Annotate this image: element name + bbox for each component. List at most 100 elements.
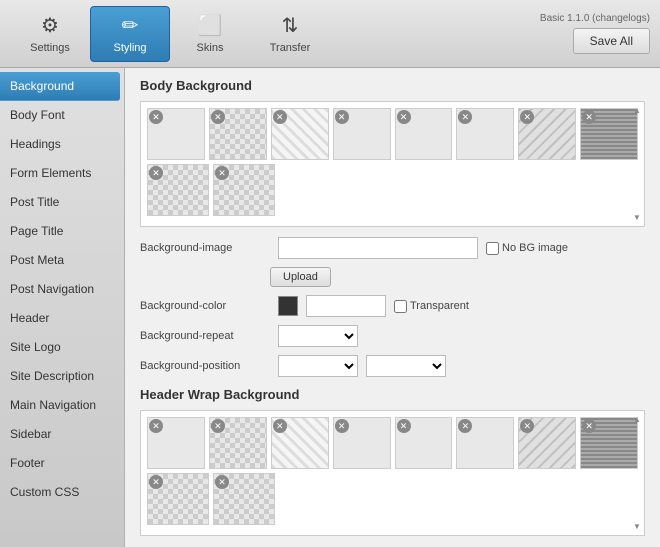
remove-pattern-button[interactable]: ✕ — [149, 475, 163, 489]
pattern-item[interactable]: ✕ — [147, 164, 209, 216]
pattern-item[interactable]: ✕ — [213, 164, 275, 216]
remove-pattern-button[interactable]: ✕ — [397, 419, 411, 433]
remove-pattern-button[interactable]: ✕ — [211, 419, 225, 433]
sidebar-item-form-elements[interactable]: Form Elements — [0, 159, 124, 188]
remove-pattern-button[interactable]: ✕ — [458, 110, 472, 124]
header-pattern-item[interactable]: ✕ — [333, 417, 391, 469]
sidebar-item-header[interactable]: Header — [0, 304, 124, 333]
pattern-row-1: ✕ ✕ ✕ ✕ ✕ ✕ — [147, 108, 638, 160]
sidebar-item-background[interactable]: Background — [0, 72, 120, 101]
sidebar-item-main-navigation[interactable]: Main Navigation — [0, 391, 124, 420]
sidebar-item-footer[interactable]: Footer — [0, 449, 124, 478]
no-bg-image-checkbox[interactable] — [486, 242, 499, 255]
tab-transfer-label: Transfer — [270, 42, 311, 54]
pattern-item[interactable]: ✕ — [271, 108, 329, 160]
sidebar-item-page-title[interactable]: Page Title — [0, 217, 124, 246]
header-pattern-item[interactable]: ✕ — [147, 473, 209, 525]
transfer-icon: ⇅ — [282, 13, 299, 38]
remove-pattern-button[interactable]: ✕ — [397, 110, 411, 124]
tab-skins-label: Skins — [197, 42, 224, 54]
upload-button[interactable]: Upload — [270, 267, 331, 287]
remove-pattern-button[interactable]: ✕ — [215, 475, 229, 489]
remove-pattern-button[interactable]: ✕ — [273, 110, 287, 124]
remove-pattern-button[interactable]: ✕ — [215, 166, 229, 180]
tab-transfer[interactable]: ⇅ Transfer — [250, 6, 330, 62]
header-pattern-item[interactable]: ✕ — [271, 417, 329, 469]
sidebar-item-site-description[interactable]: Site Description — [0, 362, 124, 391]
scroll-up-arrow[interactable]: ▲ — [633, 415, 641, 424]
transparent-label: Transparent — [394, 300, 469, 313]
sidebar: Background Body Font Headings Form Eleme… — [0, 68, 125, 547]
body-background-title: Body Background — [140, 78, 645, 93]
header-wrap-grid: ✕ ✕ ✕ ✕ ✕ ✕ — [140, 410, 645, 536]
remove-pattern-button[interactable]: ✕ — [149, 419, 163, 433]
remove-pattern-button[interactable]: ✕ — [273, 419, 287, 433]
tab-styling-label: Styling — [113, 42, 146, 54]
pattern-item[interactable]: ✕ — [209, 108, 267, 160]
bg-position-x-select[interactable]: left center right — [278, 355, 358, 377]
bg-repeat-select[interactable]: repeat no-repeat repeat-x repeat-y — [278, 325, 358, 347]
header-pattern-item[interactable]: ✕ — [518, 417, 576, 469]
tab-skins[interactable]: ⬜ Skins — [170, 6, 250, 62]
header-wrap-title: Header Wrap Background — [140, 387, 645, 402]
pattern-item[interactable]: ✕ — [456, 108, 514, 160]
remove-pattern-button[interactable]: ✕ — [520, 419, 534, 433]
bg-image-label: Background-image — [140, 242, 270, 254]
toolbar-items: ⚙ Settings ✏ Styling ⬜ Skins ⇅ Transfer — [10, 6, 540, 62]
remove-pattern-button[interactable]: ✕ — [149, 166, 163, 180]
pattern-row-2: ✕ ✕ — [147, 164, 638, 216]
no-bg-image-label: No BG image — [486, 242, 568, 255]
header-pattern-item[interactable]: ✕ — [580, 417, 638, 469]
tab-styling[interactable]: ✏ Styling — [90, 6, 170, 62]
settings-icon: ⚙ — [41, 13, 59, 38]
header-pattern-item[interactable]: ✕ — [395, 417, 453, 469]
sidebar-item-site-logo[interactable]: Site Logo — [0, 333, 124, 362]
scroll-down-arrow[interactable]: ▼ — [633, 522, 641, 531]
sidebar-item-headings[interactable]: Headings — [0, 130, 124, 159]
sidebar-item-custom-css[interactable]: Custom CSS — [0, 478, 124, 507]
remove-pattern-button[interactable]: ✕ — [211, 110, 225, 124]
sidebar-item-post-meta[interactable]: Post Meta — [0, 246, 124, 275]
sidebar-item-post-navigation[interactable]: Post Navigation — [0, 275, 124, 304]
remove-pattern-button[interactable]: ✕ — [520, 110, 534, 124]
bg-position-row: Background-position left center right to… — [140, 355, 645, 377]
pattern-item[interactable]: ✕ — [395, 108, 453, 160]
toolbar-right: Basic 1.1.0 (changelogs) Save All — [540, 13, 650, 54]
pattern-item[interactable]: ✕ — [147, 108, 205, 160]
remove-pattern-button[interactable]: ✕ — [582, 419, 596, 433]
pattern-item[interactable]: ✕ — [518, 108, 576, 160]
bg-repeat-row: Background-repeat repeat no-repeat repea… — [140, 325, 645, 347]
header-pattern-item[interactable]: ✕ — [456, 417, 514, 469]
pattern-item[interactable]: ✕ — [333, 108, 391, 160]
save-all-button[interactable]: Save All — [573, 28, 650, 54]
header-pattern-row-2: ✕ ✕ — [147, 473, 638, 525]
transparent-checkbox[interactable] — [394, 300, 407, 313]
skins-icon: ⬜ — [198, 13, 223, 38]
header-pattern-item[interactable]: ✕ — [209, 417, 267, 469]
tab-settings-label: Settings — [30, 42, 70, 54]
sidebar-item-post-title[interactable]: Post Title — [0, 188, 124, 217]
scroll-down-arrow[interactable]: ▼ — [633, 213, 641, 222]
header-pattern-item[interactable]: ✕ — [147, 417, 205, 469]
bg-color-row: Background-color Transparent — [140, 295, 645, 317]
pattern-item[interactable]: ✕ — [580, 108, 638, 160]
color-hex-input[interactable] — [306, 295, 386, 317]
remove-pattern-button[interactable]: ✕ — [335, 419, 349, 433]
bg-image-row: Background-image No BG image — [140, 237, 645, 259]
header-pattern-item[interactable]: ✕ — [213, 473, 275, 525]
color-picker-swatch[interactable] — [278, 296, 298, 316]
scroll-up-arrow[interactable]: ▲ — [633, 106, 641, 115]
sidebar-item-sidebar[interactable]: Sidebar — [0, 420, 124, 449]
toolbar: ⚙ Settings ✏ Styling ⬜ Skins ⇅ Transfer … — [0, 0, 660, 68]
remove-pattern-button[interactable]: ✕ — [149, 110, 163, 124]
upload-row: Upload — [270, 267, 645, 287]
sidebar-item-body-font[interactable]: Body Font — [0, 101, 124, 130]
tab-settings[interactable]: ⚙ Settings — [10, 6, 90, 62]
main-content: Background Body Font Headings Form Eleme… — [0, 68, 660, 547]
remove-pattern-button[interactable]: ✕ — [582, 110, 596, 124]
right-panel: Body Background ✕ ✕ ✕ ✕ — [125, 68, 660, 547]
bg-image-input[interactable] — [278, 237, 478, 259]
remove-pattern-button[interactable]: ✕ — [458, 419, 472, 433]
bg-position-y-select[interactable]: top center bottom — [366, 355, 446, 377]
remove-pattern-button[interactable]: ✕ — [335, 110, 349, 124]
